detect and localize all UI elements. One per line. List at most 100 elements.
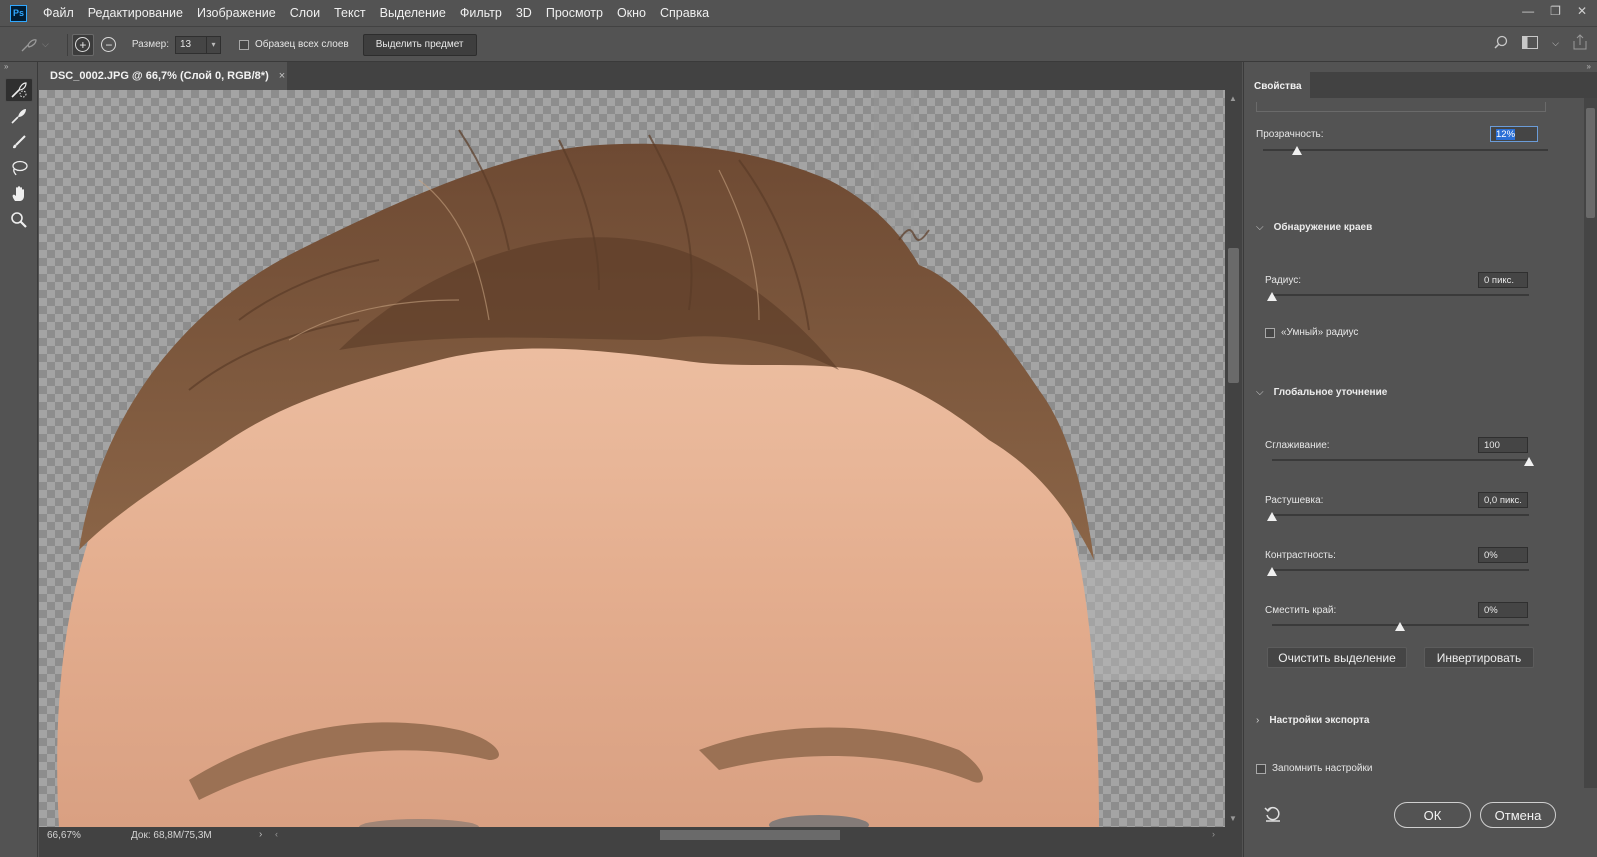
canvas[interactable]	[39, 90, 1225, 827]
radius-slider[interactable]	[1272, 294, 1529, 296]
chevron-down-icon: ⌵	[1256, 387, 1264, 398]
search-icon[interactable]	[1494, 35, 1508, 52]
opacity-slider[interactable]	[1263, 149, 1548, 151]
zoom-icon[interactable]	[5, 208, 33, 232]
close-icon[interactable]: ×	[279, 70, 285, 82]
properties-panel: Свойства » Прозрачность: 12% ⌵ Обнаружени…	[1243, 62, 1597, 857]
document-tab[interactable]: DSC_0002.JPG @ 66,7% (Слой 0, RGB/8*) ×	[39, 62, 287, 90]
minimize-icon[interactable]: —	[1522, 4, 1534, 18]
panel-grip-icon[interactable]: »	[1587, 62, 1591, 71]
shift-edge-slider-thumb[interactable]	[1395, 622, 1405, 631]
panel-grip-icon[interactable]: »	[0, 62, 37, 76]
options-bar: ⌵ + − Размер: 13 ▾ Образец всех слоев Вы…	[0, 28, 1597, 62]
tool-preset-icon[interactable]	[18, 34, 40, 56]
chevron-left-icon[interactable]: ‹	[275, 829, 278, 839]
document-tab-title: DSC_0002.JPG @ 66,7% (Слой 0, RGB/8*)	[50, 70, 269, 82]
menu-layers[interactable]: Слои	[290, 6, 320, 20]
reset-icon[interactable]	[1264, 806, 1282, 827]
chevron-up-icon[interactable]: ▲	[1229, 94, 1237, 103]
menu-filter[interactable]: Фильтр	[460, 6, 502, 20]
add-to-selection-button[interactable]: +	[71, 33, 94, 56]
zoom-level[interactable]: 66,67%	[47, 830, 81, 841]
menu-select[interactable]: Выделение	[380, 6, 446, 20]
remember-settings-label: Запомнить настройки	[1272, 763, 1373, 774]
lasso-icon[interactable]	[5, 156, 33, 180]
photoshop-logo: Ps	[10, 4, 27, 22]
contrast-slider[interactable]	[1272, 569, 1529, 571]
chevron-down-icon[interactable]: ⌵	[1552, 38, 1559, 49]
edge-detection-section[interactable]: ⌵ Обнаружение краев	[1256, 222, 1372, 233]
canvas-vertical-scrollbar[interactable]: ▲ ▼	[1225, 90, 1242, 827]
sample-all-layers-option[interactable]: Образец всех слоев	[238, 39, 349, 50]
scrollbar-thumb[interactable]	[660, 830, 840, 840]
invert-button[interactable]: Инвертировать	[1424, 647, 1534, 668]
radius-label: Радиус:	[1265, 275, 1301, 286]
tab-properties[interactable]: Свойства	[1244, 72, 1310, 98]
menu-edit[interactable]: Редактирование	[88, 6, 183, 20]
global-refinements-title: Глобальное уточнение	[1273, 387, 1388, 398]
chevron-down-icon[interactable]: ▼	[1229, 814, 1237, 823]
radius-input[interactable]: 0 пикс.	[1478, 272, 1528, 288]
scrollbar-thumb[interactable]	[1586, 108, 1595, 218]
scrollbar-thumb[interactable]	[1228, 248, 1239, 383]
workspace-icon[interactable]	[1522, 35, 1539, 52]
sample-all-layers-label: Образец всех слоев	[254, 39, 349, 50]
chevron-down-icon: ⌵	[1256, 222, 1264, 233]
smooth-slider-thumb[interactable]	[1524, 457, 1534, 466]
chevron-down-icon[interactable]: ⌵	[42, 39, 49, 50]
size-input[interactable]: 13 ▾	[174, 35, 221, 54]
smart-radius-checkbox[interactable]	[1265, 327, 1275, 338]
radius-slider-thumb[interactable]	[1267, 292, 1277, 301]
shift-edge-input[interactable]: 0%	[1478, 602, 1528, 618]
menu-file[interactable]: Файл	[43, 6, 74, 20]
share-icon[interactable]	[1573, 34, 1587, 53]
feather-slider[interactable]	[1272, 514, 1529, 516]
ok-button[interactable]: ОК	[1394, 802, 1471, 828]
feather-slider-thumb[interactable]	[1267, 512, 1277, 521]
export-settings-section[interactable]: › Настройки экспорта	[1256, 715, 1369, 726]
menu-window[interactable]: Окно	[617, 6, 646, 20]
plus-circle-icon: +	[75, 37, 91, 52]
feather-label: Растушевка:	[1265, 495, 1324, 506]
cancel-button[interactable]: Отмена	[1480, 802, 1556, 828]
remember-settings-checkbox[interactable]	[1256, 763, 1266, 774]
refine-edge-brush-icon[interactable]	[5, 104, 33, 128]
chevron-down-icon[interactable]: ▾	[205, 36, 220, 53]
smooth-input[interactable]: 100	[1478, 437, 1528, 453]
opacity-input[interactable]: 12%	[1490, 126, 1538, 142]
menu-bar: Ps Файл Редактирование Изображение Слои …	[0, 0, 1597, 27]
menu-image[interactable]: Изображение	[197, 6, 276, 20]
smart-radius-label: «Умный» радиус	[1281, 327, 1359, 338]
global-refinements-section[interactable]: ⌵ Глобальное уточнение	[1256, 387, 1387, 398]
panel-scrollbar[interactable]	[1584, 98, 1597, 788]
panel-header: Свойства	[1244, 72, 1597, 98]
feather-input[interactable]: 0,0 пикс.	[1478, 492, 1528, 508]
menu-help[interactable]: Справка	[660, 6, 709, 20]
remember-settings-option[interactable]: Запомнить настройки	[1256, 763, 1372, 774]
contrast-input[interactable]: 0%	[1478, 547, 1528, 563]
canvas-horizontal-scrollbar[interactable]: ‹ ›	[275, 829, 1215, 840]
shift-edge-label: Сместить край:	[1265, 605, 1337, 616]
opacity-slider-thumb[interactable]	[1292, 146, 1303, 155]
smart-radius-option[interactable]: «Умный» радиус	[1265, 327, 1358, 338]
chevron-right-icon[interactable]: ›	[1212, 829, 1215, 839]
contrast-slider-thumb[interactable]	[1267, 567, 1277, 576]
opacity-label: Прозрачность:	[1256, 129, 1324, 140]
brush-icon[interactable]	[5, 130, 33, 154]
restore-icon[interactable]: ❐	[1550, 4, 1561, 18]
close-window-icon[interactable]: ✕	[1577, 4, 1587, 18]
status-bar: 66,67% Док: 68,8M/75,3M › ‹ ›	[39, 827, 1242, 857]
view-mode-box	[1256, 102, 1546, 112]
chevron-right-icon[interactable]: ›	[259, 829, 262, 840]
sample-all-layers-checkbox[interactable]	[238, 39, 249, 50]
menu-view[interactable]: Просмотр	[546, 6, 603, 20]
select-subject-button[interactable]: Выделить предмет	[362, 33, 477, 56]
smooth-slider[interactable]	[1272, 459, 1529, 461]
menu-type[interactable]: Текст	[334, 6, 365, 20]
photo-image	[57, 90, 1225, 827]
quick-selection-icon[interactable]	[5, 78, 33, 102]
subtract-from-selection-button[interactable]: −	[98, 34, 120, 56]
clear-selection-button[interactable]: Очистить выделение	[1267, 647, 1407, 668]
menu-3d[interactable]: 3D	[516, 6, 532, 20]
hand-icon[interactable]	[5, 182, 33, 206]
